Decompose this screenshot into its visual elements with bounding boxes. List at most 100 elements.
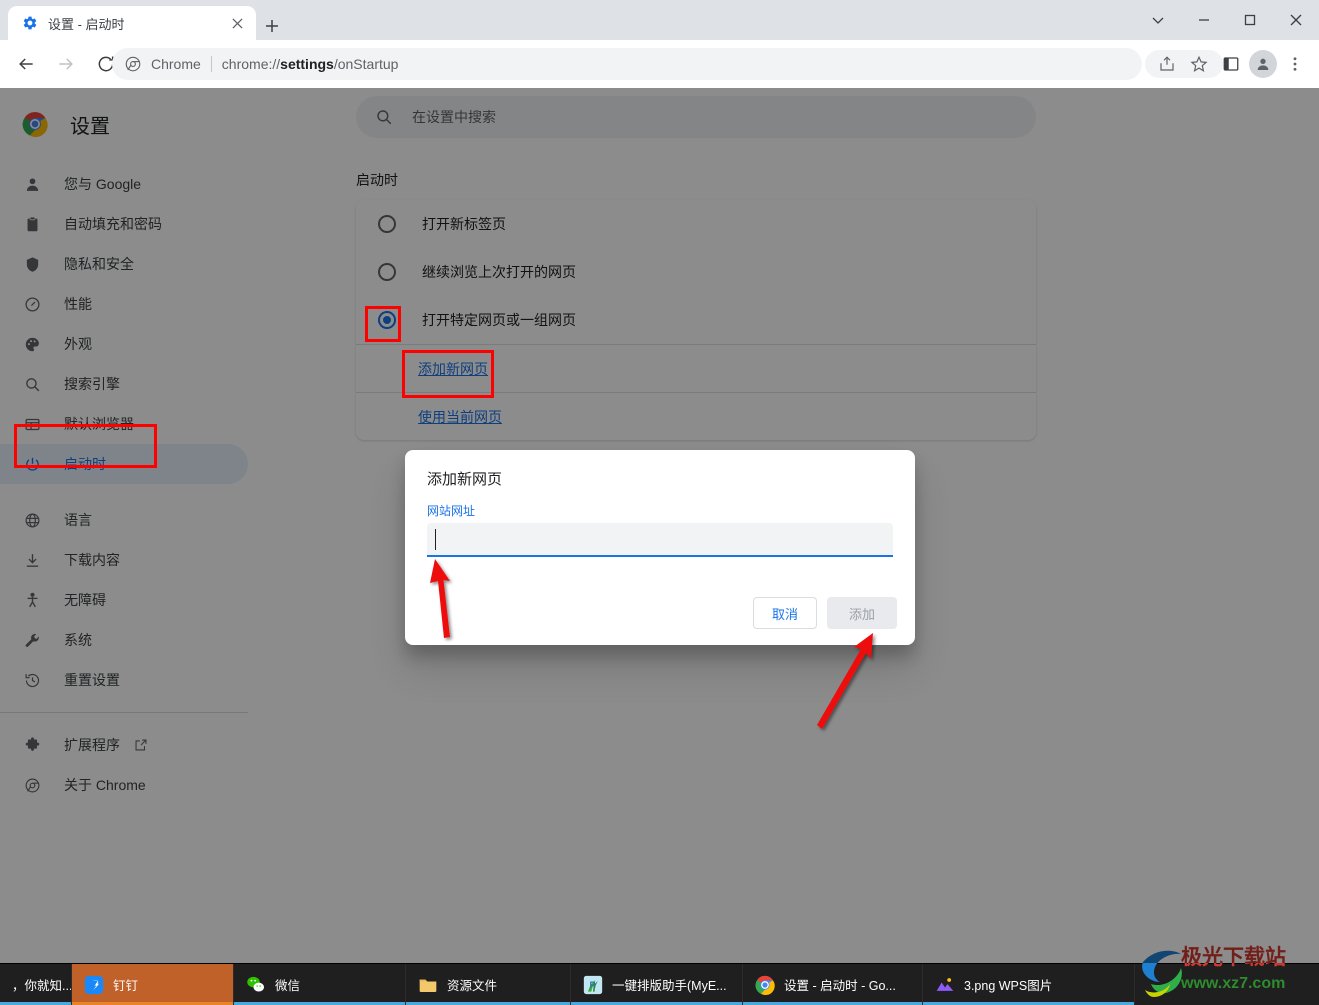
arrow-forward-icon <box>52 50 80 78</box>
close-icon[interactable] <box>226 12 248 34</box>
radio-button[interactable] <box>378 263 396 281</box>
taskbar-label: 3.png WPS图片 <box>964 979 1053 993</box>
window-controls <box>1135 0 1319 40</box>
speedometer-icon <box>22 294 42 314</box>
windows-taskbar: ，你就知... 钉钉 微信 资源文件 R 一键排版助手(MyE... 设置 - … <box>0 945 1319 1005</box>
minimize-icon[interactable] <box>1181 0 1227 40</box>
add-button[interactable]: 添加 <box>826 597 897 629</box>
taskbar-item-dingtalk[interactable]: 钉钉 <box>72 964 234 1005</box>
sidebar-item-autofill[interactable]: 自动填充和密码 <box>0 204 248 244</box>
download-icon <box>22 550 42 570</box>
sidebar-item-label: 扩展程序 <box>64 737 120 753</box>
dialog-actions: 取消 添加 <box>752 597 897 629</box>
accessibility-icon <box>22 590 42 610</box>
sidebar-item-label: 您与 Google <box>64 176 142 192</box>
address-bar[interactable]: Chrome chrome://settings/onStartup <box>112 48 1142 80</box>
wrench-icon <box>22 630 42 650</box>
profile-avatar[interactable] <box>1249 50 1277 78</box>
share-icon[interactable] <box>1153 50 1181 78</box>
taskbar-label: 资源文件 <box>447 979 498 993</box>
gear-icon <box>22 15 38 31</box>
person-icon <box>22 174 42 194</box>
side-panel-icon[interactable] <box>1217 50 1245 78</box>
globe-icon <box>22 510 42 530</box>
annotation-box-radio-specific-pages <box>365 306 401 342</box>
taskbar-item-typesetting[interactable]: R 一键排版助手(MyE... <box>571 964 743 1005</box>
browser-tab[interactable]: 设置 - 启动时 <box>8 6 256 40</box>
taskbar-item-wps-image[interactable]: 3.png WPS图片 <box>923 964 1135 1005</box>
sidebar-nav: 您与 Google 自动填充和密码 隐私和安全 性能 外观 搜索引擎 默认浏览器… <box>0 164 278 805</box>
person-icon <box>1249 50 1277 78</box>
puzzle-icon <box>22 735 42 755</box>
taskbar-item-wechat[interactable]: 微信 <box>234 964 406 1005</box>
radio-label: 打开新标签页 <box>422 216 506 232</box>
sidebar-item-privacy[interactable]: 隐私和安全 <box>0 244 248 284</box>
new-tab-button[interactable] <box>258 12 286 40</box>
sidebar-item-label: 自动填充和密码 <box>64 216 162 232</box>
search-input[interactable]: 在设置中搜索 <box>356 96 1036 138</box>
sidebar-item-label: 外观 <box>64 336 92 352</box>
taskbar-item-folder[interactable]: 资源文件 <box>406 964 571 1005</box>
use-current-pages-link[interactable]: 使用当前网页 <box>418 407 502 427</box>
radio-continue-where-left-off[interactable]: 继续浏览上次打开的网页 <box>356 248 1036 296</box>
chevron-down-icon[interactable] <box>1135 0 1181 40</box>
url-bold: settings <box>280 56 334 72</box>
maximize-icon[interactable] <box>1227 0 1273 40</box>
arrow-back-icon[interactable] <box>12 50 40 78</box>
settings-header: 设置 <box>0 96 278 152</box>
taskbar-item[interactable]: ，你就知... <box>0 964 72 1005</box>
startup-options-card: 打开新标签页 继续浏览上次打开的网页 打开特定网页或一组网页 添加新网页 使用当… <box>356 200 1036 440</box>
shield-icon <box>22 254 42 274</box>
dialog-field-label: 网站网址 <box>427 504 476 518</box>
sidebar-item-languages[interactable]: 语言 <box>0 500 248 540</box>
palette-icon <box>22 334 42 354</box>
app-r-icon: R <box>583 975 603 995</box>
sidebar-item-you-and-google[interactable]: 您与 Google <box>0 164 248 204</box>
radio-open-specific-pages[interactable]: 打开特定网页或一组网页 <box>356 296 1036 344</box>
sidebar-item-label: 隐私和安全 <box>64 256 134 272</box>
sidebar-item-label: 系统 <box>64 632 92 648</box>
sidebar-item-label: 性能 <box>64 296 92 312</box>
history-restore-icon <box>22 670 42 690</box>
sidebar-item-reset-settings[interactable]: 重置设置 <box>0 660 248 700</box>
sidebar-item-label: 语言 <box>64 512 92 528</box>
radio-label: 继续浏览上次打开的网页 <box>422 264 576 280</box>
cancel-button[interactable]: 取消 <box>752 597 817 629</box>
chrome-icon <box>22 775 42 795</box>
taskbar-label: 一键排版助手(MyE... <box>612 979 727 993</box>
sidebar-item-label: 关于 Chrome <box>64 777 146 793</box>
sidebar-item-appearance[interactable]: 外观 <box>0 324 248 364</box>
omnibox-separator <box>210 56 212 72</box>
sidebar-item-label: 重置设置 <box>64 672 120 688</box>
search-icon <box>374 107 394 127</box>
section-title: 启动时 <box>356 172 398 188</box>
annotation-box-add-new-page <box>402 350 494 398</box>
radio-open-new-tab[interactable]: 打开新标签页 <box>356 200 1036 248</box>
sidebar-item-accessibility[interactable]: 无障碍 <box>0 580 248 620</box>
sidebar-item-system[interactable]: 系统 <box>0 620 248 660</box>
external-link-icon <box>134 738 148 752</box>
chrome-icon <box>755 975 775 995</box>
omnibox-site-label: Chrome <box>151 56 201 72</box>
radio-button[interactable] <box>378 215 396 233</box>
site-url-input[interactable] <box>427 523 893 557</box>
taskbar-item-chrome[interactable]: 设置 - 启动时 - Go... <box>743 964 923 1005</box>
close-icon[interactable] <box>1273 0 1319 40</box>
toolbar-actions <box>1153 40 1315 88</box>
sidebar-item-search-engine[interactable]: 搜索引擎 <box>0 364 248 404</box>
sidebar-item-extensions[interactable]: 扩展程序 <box>0 725 248 765</box>
sidebar-item-downloads[interactable]: 下载内容 <box>0 540 248 580</box>
chrome-logo-icon <box>22 111 48 138</box>
sidebar-item-about-chrome[interactable]: 关于 Chrome <box>0 765 248 805</box>
wps-image-icon <box>935 975 955 995</box>
chrome-icon <box>124 55 142 73</box>
star-icon[interactable] <box>1185 50 1213 78</box>
use-current-pages-row[interactable]: 使用当前网页 <box>356 392 1036 440</box>
dingtalk-icon <box>84 975 104 995</box>
sidebar-item-performance[interactable]: 性能 <box>0 284 248 324</box>
three-dot-menu-icon[interactable] <box>1281 50 1309 78</box>
search-placeholder: 在设置中搜索 <box>412 109 496 125</box>
tab-title: 设置 - 启动时 <box>48 16 125 32</box>
sidebar-item-label: 下载内容 <box>64 552 120 568</box>
taskbar-label: 设置 - 启动时 - Go... <box>784 979 896 993</box>
